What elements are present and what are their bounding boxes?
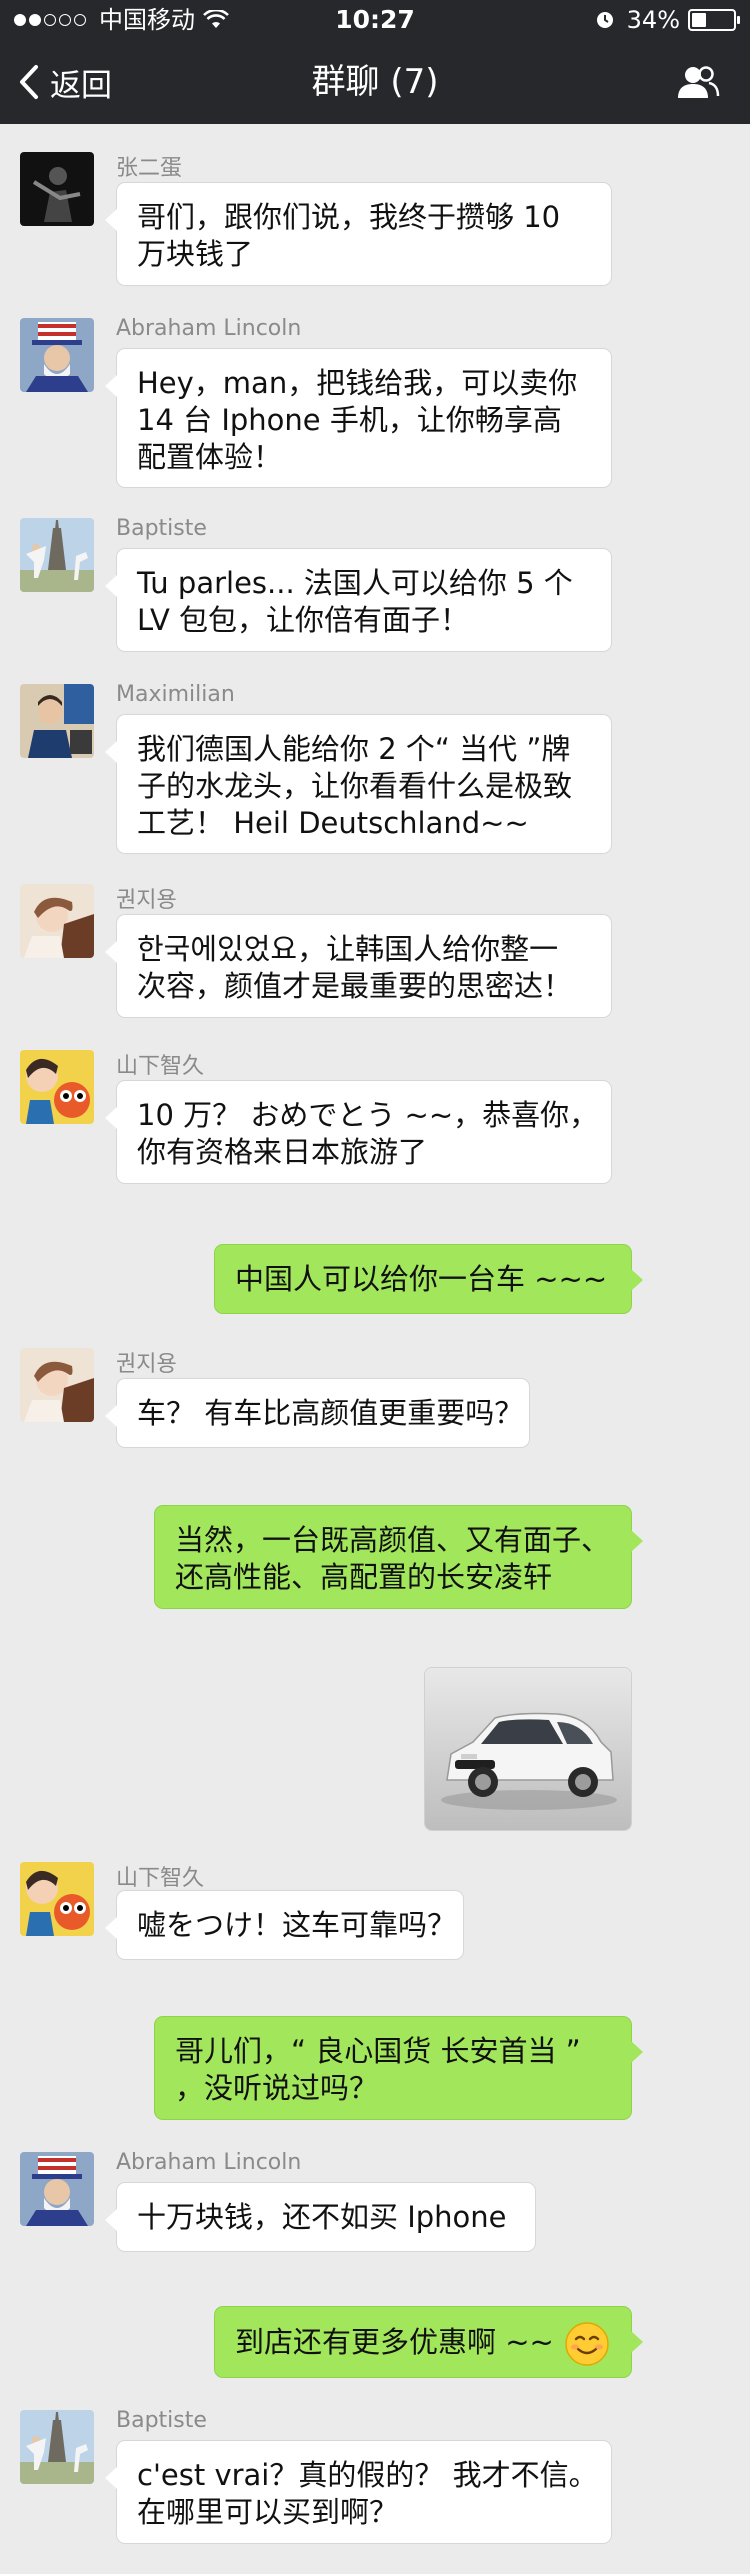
avatar[interactable] — [20, 2152, 94, 2226]
message-line: 配置体验！ — [137, 440, 283, 474]
car-photo-message[interactable] — [424, 1667, 632, 1831]
smiling-face-emoji — [565, 2322, 609, 2366]
message-line: 十万块钱，还不如买 Iphone — [137, 2200, 507, 2234]
sender-name: 山下智久 — [116, 1866, 205, 1891]
message-bubble[interactable]: 哥们，跟你们说，我终于攒够 10 万块钱了 — [105, 182, 612, 286]
message-line: 한국에있었요，让韩国人给你整一 — [137, 932, 559, 966]
message-bubble[interactable]: 我们德国人能给你 2 个“ 当代 ”牌 子的水龙头，让你看看什么是极致 工艺！ … — [105, 714, 612, 854]
message-line: LV 包包，让你倍有面子！ — [137, 603, 470, 637]
avatar[interactable] — [20, 152, 94, 226]
message-bubble[interactable]: Tu parles... 法国人可以给你 5 个 LV 包包，让你倍有面子！ — [105, 548, 612, 652]
avatar[interactable] — [20, 518, 94, 592]
sender-name: 권지용 — [116, 1352, 177, 1377]
message-bubble[interactable]: Hey，man，把钱给我，可以卖你 14 台 Iphone 手机，让你畅享高 配… — [105, 348, 612, 488]
avatar[interactable] — [20, 318, 94, 392]
avatar[interactable] — [20, 884, 94, 958]
message-bubble-outgoing[interactable]: 中国人可以给你一台车 ~~~ — [214, 1244, 643, 1314]
message-line: 当然，一台既高颜值、又有面子、 — [175, 1523, 611, 1557]
message-line: 10 万？ おめでとう ~~，恭喜你， — [137, 1098, 599, 1132]
avatar[interactable] — [20, 1348, 94, 1422]
sender-name: Baptiste — [116, 2408, 207, 2433]
message-line: 工艺！ Heil Deutschland~~ — [137, 806, 529, 840]
message-line: 在哪里可以买到啊？ — [137, 2495, 399, 2529]
avatar[interactable] — [20, 684, 94, 758]
sender-name: Maximilian — [116, 682, 235, 707]
sender-name: 张二蛋 — [116, 156, 183, 181]
message-bubble[interactable]: 十万块钱，还不如买 Iphone — [105, 2182, 536, 2252]
message-line: Tu parles... 法国人可以给你 5 个 — [137, 566, 573, 600]
sender-name: Baptiste — [116, 516, 207, 541]
battery-level-fill — [692, 13, 706, 27]
message-line: 你有资格来日本旅游了 — [137, 1135, 428, 1169]
nav-bar: 返回 群聊 (7) — [0, 40, 750, 124]
sender-name: Abraham Lincoln — [116, 316, 302, 341]
message-line: 到店还有更多优惠啊 ~~ — [235, 2325, 554, 2359]
message-line: 嘘をつけ！这车可靠吗？ — [137, 1908, 457, 1942]
avatar[interactable] — [20, 1862, 94, 1936]
message-line: 中国人可以给你一台车 ~~~ — [235, 1262, 608, 1296]
message-bubble-outgoing[interactable]: 到店还有更多优惠啊 ~~ — [214, 2306, 643, 2378]
message-bubble[interactable]: 한국에있었요，让韩国人给你整一 次容，颜值才是最重要的思密达！ — [105, 914, 612, 1018]
message-line: 子的水龙头，让你看看什么是极致 — [137, 769, 573, 803]
message-line: Hey，man，把钱给我，可以卖你 — [137, 366, 578, 400]
message-line: 车？ 有车比高颜值更重要吗？ — [137, 1396, 524, 1430]
message-bubble-outgoing[interactable]: 当然，一台既高颜值、又有面子、 还高性能、高配置的长安凌轩 — [154, 1505, 643, 1609]
message-line: ，没听说过吗？ — [175, 2071, 379, 2105]
message-line: c'est vrai？真的假的？ 我才不信。 — [137, 2458, 598, 2492]
message-line: 哥儿们，“ 良心国货 长安首当 ” — [175, 2034, 581, 2068]
sender-name: 山下智久 — [116, 1054, 205, 1079]
white-suv-car-photo — [425, 1668, 631, 1830]
alarm-icon — [596, 12, 613, 28]
sender-name: Abraham Lincoln — [116, 2150, 302, 2175]
chat-title: 群聊 (7) — [311, 62, 439, 102]
message-line: 万块钱了 — [137, 237, 254, 271]
message-bubble[interactable]: 嘘をつけ！这车可靠吗？ — [105, 1890, 464, 1960]
message-line: 哥们，跟你们说，我终于攒够 10 — [137, 200, 561, 234]
message-line: 还高性能、高配置的长安凌轩 — [175, 1560, 553, 1594]
status-bar: 中国移动 10:27 34% — [0, 0, 750, 40]
message-line: 我们德国人能给你 2 个“ 当代 ”牌 — [137, 732, 571, 766]
sender-name: 권지용 — [116, 888, 177, 913]
group-members-icon[interactable] — [676, 64, 720, 100]
battery-percent: 34% — [626, 6, 680, 34]
avatar[interactable] — [20, 2410, 94, 2484]
message-bubble[interactable]: c'est vrai？真的假的？ 我才不信。 在哪里可以买到啊？ — [105, 2440, 612, 2544]
avatar[interactable] — [20, 1050, 94, 1124]
message-bubble-outgoing[interactable]: 哥儿们，“ 良心国货 长安首当 ” ，没听说过吗？ — [154, 2016, 643, 2120]
message-bubble[interactable]: 10 万？ おめでとう ~~，恭喜你， 你有资格来日本旅游了 — [105, 1080, 612, 1184]
battery-icon — [688, 9, 740, 31]
message-bubble[interactable]: 车？ 有车比高颜值更重要吗？ — [105, 1378, 530, 1448]
message-line: 次容，颜值才是最重要的思密达！ — [137, 969, 573, 1003]
top-bar: 中国移动 10:27 34% 返回 群聊 (7) — [0, 0, 750, 124]
message-line: 14 台 Iphone 手机，让你畅享高 — [137, 403, 562, 437]
